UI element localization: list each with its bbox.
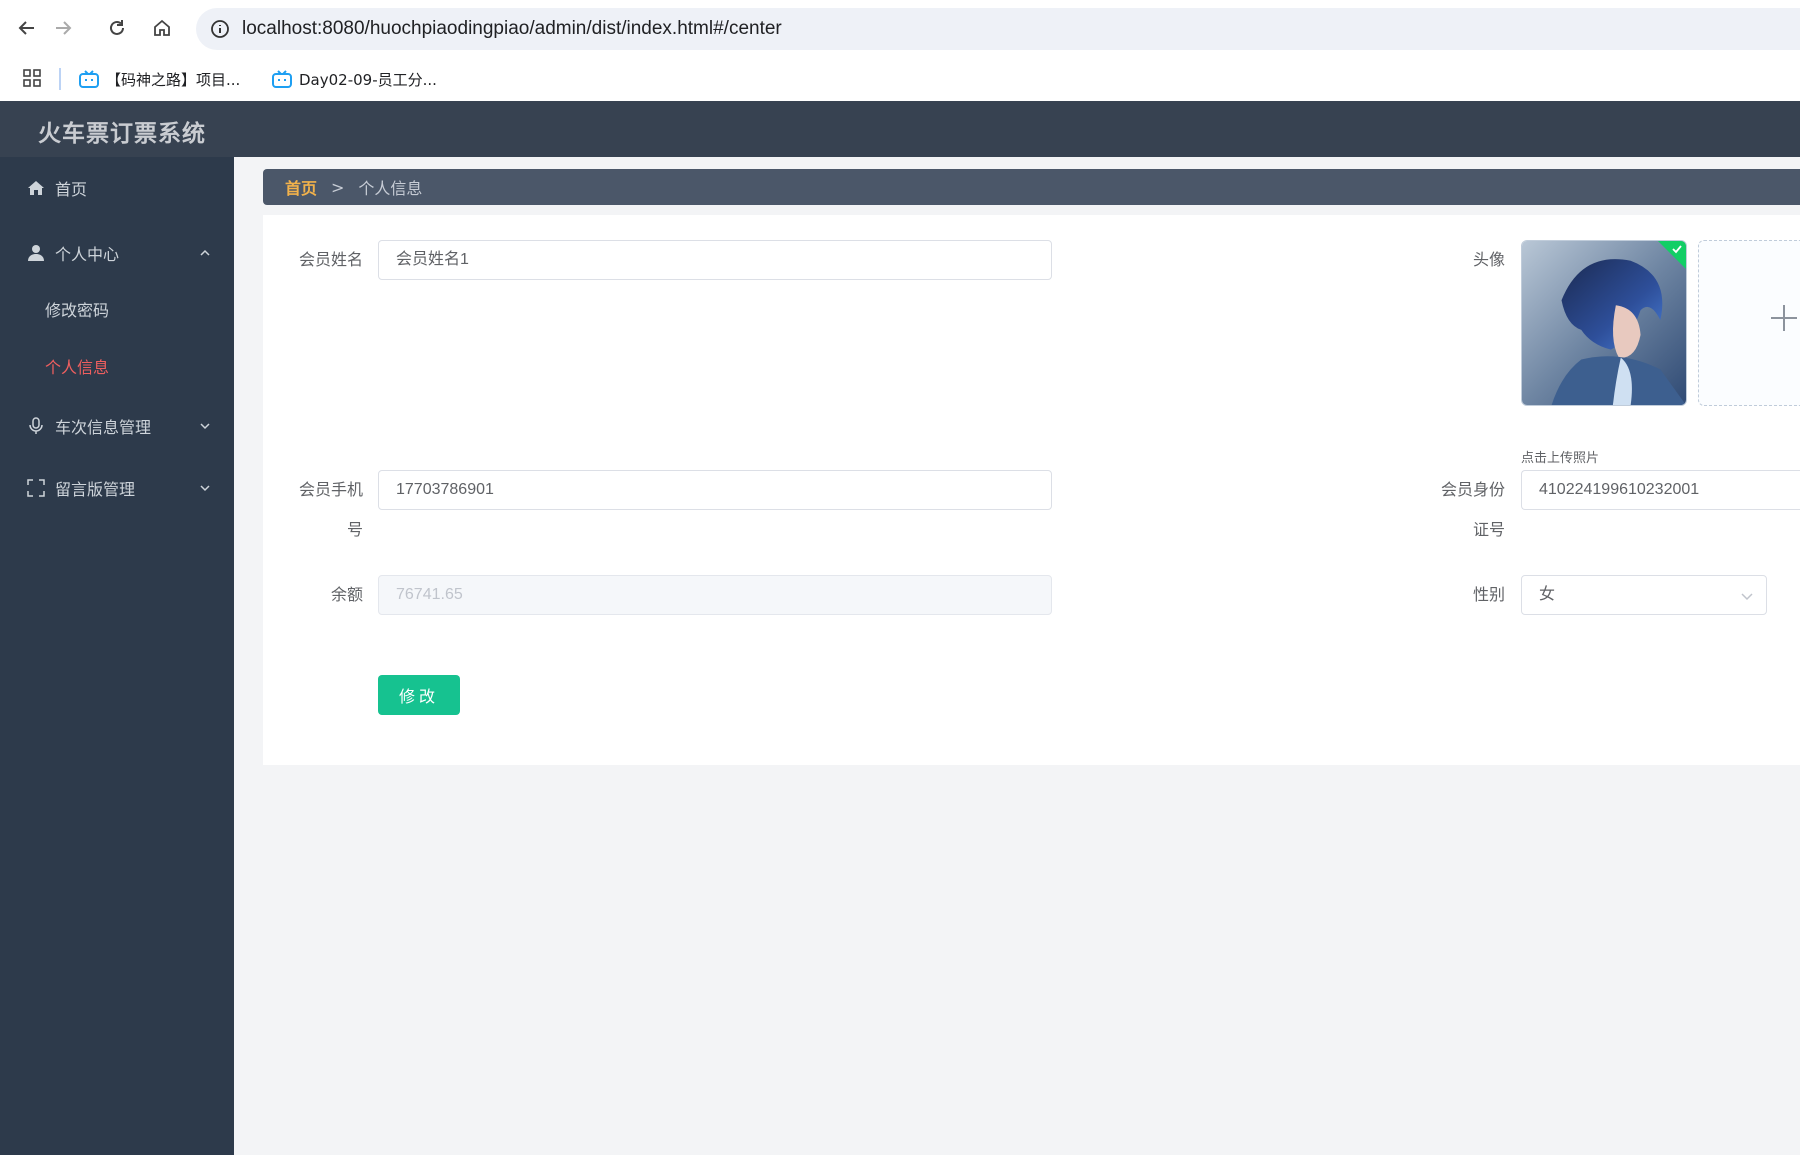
- gender-value: 女: [1539, 586, 1556, 603]
- bookmark-label: 【码神之路】项目...: [106, 70, 241, 89]
- sidebar-item-message-board[interactable]: 留言版管理: [0, 463, 234, 513]
- name-input[interactable]: 会员姓名1: [378, 240, 1052, 280]
- gender-select[interactable]: 女: [1521, 575, 1767, 615]
- upload-tip: 点击上传照片: [1521, 451, 1600, 466]
- avatar-image[interactable]: [1521, 240, 1687, 406]
- address-bar[interactable]: localhost:8080/huochpiaodingpiao/admin/d…: [196, 8, 1800, 50]
- bookmark-item[interactable]: 【码神之路】项目...: [78, 66, 240, 92]
- breadcrumb: 首页 > 个人信息: [263, 169, 1800, 205]
- browser-home-icon: [154, 19, 170, 36]
- sidebar-item-label: 车次信息管理: [55, 418, 152, 437]
- idcard-label-line2: 证号: [1472, 520, 1505, 539]
- forward-button[interactable]: [48, 13, 78, 43]
- chevron-up-icon: [200, 249, 210, 256]
- avatar-upload-area[interactable]: [1698, 240, 1800, 406]
- app-title: 火车票订票系统: [38, 121, 206, 147]
- sidebar-item-personal-center[interactable]: 个人中心: [0, 228, 234, 278]
- sidebar-item-train-management[interactable]: 车次信息管理: [0, 401, 234, 451]
- reload-button[interactable]: [102, 13, 132, 43]
- phone-input[interactable]: 17703786901: [378, 470, 1052, 510]
- sidebar-subitem-label: 个人信息: [45, 358, 110, 377]
- home-nav-button[interactable]: [147, 13, 177, 43]
- bilibili-icon: [79, 70, 99, 88]
- gender-label: 性别: [1472, 585, 1505, 604]
- home-icon: [28, 181, 44, 195]
- profile-form: 会员姓名 会员姓名1 头像 点击上传照片 会员手机 号 17703786901 …: [263, 215, 1800, 765]
- idcard-label-line1: 会员身份: [1440, 480, 1505, 499]
- url-text[interactable]: localhost:8080/huochpiaodingpiao/admin/d…: [242, 18, 782, 40]
- name-label: 会员姓名: [298, 250, 363, 269]
- bookmarks-divider: [59, 68, 61, 90]
- apps-grid-icon[interactable]: [22, 68, 42, 88]
- bookmark-label: Day02-09-员工分...: [299, 70, 437, 89]
- idcard-label: 会员身份 证号: [1405, 470, 1505, 550]
- browser-toolbar: localhost:8080/huochpiaodingpiao/admin/d…: [0, 0, 1800, 56]
- fullscreen-icon: [27, 479, 45, 497]
- chevron-down-icon: [200, 423, 210, 430]
- bookmarks-bar: 【码神之路】项目... Day02-09-员工分...: [0, 56, 1800, 101]
- back-button[interactable]: [12, 13, 42, 43]
- idcard-input[interactable]: 410224199610232001: [1521, 470, 1800, 510]
- breadcrumb-separator: >: [331, 177, 345, 197]
- arrow-left-icon: [18, 21, 34, 35]
- microphone-icon: [29, 417, 43, 434]
- info-icon[interactable]: [210, 19, 230, 39]
- breadcrumb-current: 个人信息: [358, 179, 423, 198]
- breadcrumb-home[interactable]: 首页: [285, 175, 317, 199]
- sidebar-item-label: 留言版管理: [55, 480, 136, 499]
- sidebar-item-label: 个人中心: [55, 245, 120, 264]
- app-header: 火车票订票系统: [0, 101, 1800, 157]
- user-icon: [28, 245, 44, 261]
- bookmark-item[interactable]: Day02-09-员工分...: [271, 66, 437, 92]
- check-icon: [1672, 245, 1682, 254]
- reload-icon: [110, 20, 124, 35]
- chevron-down-icon: [200, 485, 210, 492]
- sidebar-subitem-label: 修改密码: [45, 301, 110, 320]
- sidebar-item-label: 首页: [55, 180, 88, 199]
- plus-icon: [1771, 305, 1797, 331]
- arrow-right-icon: [56, 21, 72, 35]
- phone-label: 会员手机 号: [263, 470, 363, 550]
- submit-button[interactable]: 修改: [378, 675, 460, 715]
- balance-label: 余额: [330, 585, 363, 604]
- bilibili-icon: [272, 70, 292, 88]
- avatar-label: 头像: [1472, 250, 1505, 269]
- sidebar-item-home[interactable]: 首页: [0, 163, 234, 213]
- main-content: 首页 > 个人信息 会员姓名 会员姓名1 头像 点击上传照片 会员手机 号 17…: [234, 157, 1800, 1155]
- sidebar-subitem-personal-info[interactable]: 个人信息: [0, 341, 234, 391]
- balance-input: 76741.65: [378, 575, 1052, 615]
- sidebar-subitem-change-password[interactable]: 修改密码: [0, 284, 234, 334]
- phone-label-line1: 会员手机: [298, 480, 363, 499]
- sidebar: 首页 个人中心 修改密码 个人信息 车次信息管理 留言版管理: [0, 157, 234, 1155]
- phone-label-line2: 号: [346, 520, 363, 539]
- chevron-down-icon: [1741, 593, 1753, 601]
